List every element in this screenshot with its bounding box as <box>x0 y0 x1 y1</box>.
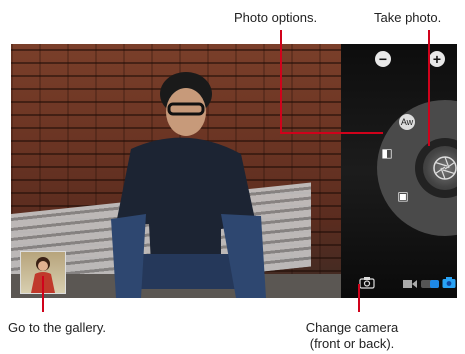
photo-options-dial[interactable]: Aw ϟ ◧ ▣ 🔧 <box>377 100 457 236</box>
take-photo-callout: Take photo. <box>374 10 442 25</box>
change-camera-callout-line1: Change camera <box>305 320 399 335</box>
effects-icon[interactable]: ◧ <box>379 145 395 161</box>
zoom-in-button[interactable]: + <box>429 51 445 67</box>
shutter-ring <box>415 138 457 198</box>
shutter-icon <box>433 156 457 180</box>
change-camera-callout: Change camera (front or back). <box>300 320 404 352</box>
zoom-out-button[interactable]: − <box>375 51 391 67</box>
change-camera-callout-line2: (front or back). <box>309 336 395 351</box>
take-photo-button[interactable] <box>423 146 457 190</box>
video-mode-icon[interactable] <box>403 279 417 289</box>
camera-screen: − + Aw ϟ ◧ ▣ 🔧 <box>11 44 457 298</box>
camera-mode-icon[interactable] <box>442 276 456 289</box>
camera-control-panel: − + Aw ϟ ◧ ▣ 🔧 <box>341 44 457 298</box>
gallery-icon[interactable]: ▣ <box>395 188 411 204</box>
mode-toggle-knob <box>430 280 439 288</box>
gallery-thumbnail-button[interactable] <box>20 251 66 294</box>
go-to-gallery-callout: Go to the gallery. <box>8 320 107 335</box>
camera-viewfinder[interactable] <box>11 44 341 298</box>
person-image <box>111 72 266 298</box>
photo-options-callout: Photo options. <box>234 10 318 25</box>
mode-toggle-switch[interactable] <box>421 280 439 288</box>
gallery-thumbnail-image <box>31 257 55 293</box>
white-balance-icon[interactable]: Aw <box>399 114 415 130</box>
switch-camera-icon[interactable] <box>359 276 375 289</box>
